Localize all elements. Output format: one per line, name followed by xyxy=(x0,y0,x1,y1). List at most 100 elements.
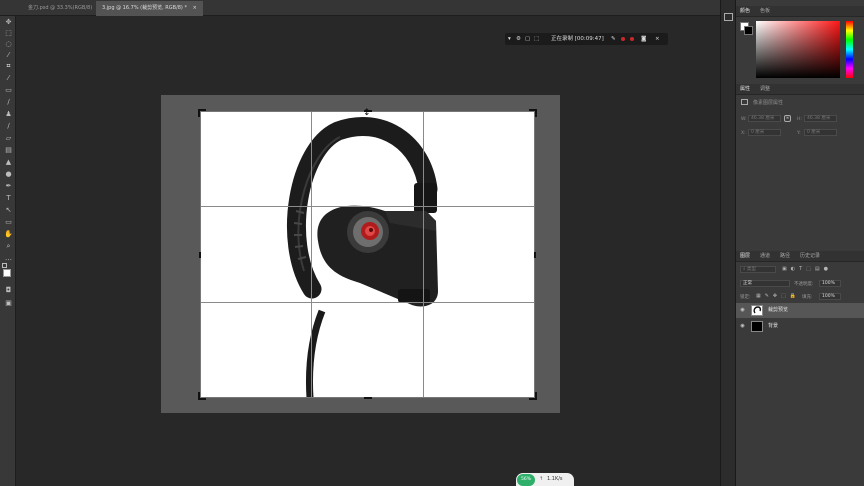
record-dot-icon[interactable] xyxy=(621,37,625,41)
blur-tool-icon[interactable]: ▲ xyxy=(4,158,13,167)
frame-icon[interactable]: ⬚ xyxy=(534,33,539,45)
tab-document-2[interactable]: 3.jpg @ 16.7% (裁剪预览, RGB/8) * × xyxy=(96,1,203,16)
crop-handle-top-left[interactable] xyxy=(198,109,206,117)
height-field[interactable]: 46.38 厘米 xyxy=(804,115,837,122)
tab-label: 金刀.psd @ 33.3%(RGB/8) xyxy=(28,5,93,11)
window-icon[interactable]: ▢ xyxy=(525,33,530,45)
search-icon: ⌕ xyxy=(743,267,746,272)
collapsed-panel-strip xyxy=(720,0,736,486)
brush-tool-icon[interactable]: ∕ xyxy=(4,98,13,107)
gradient-tool-icon[interactable]: ▤ xyxy=(4,146,13,155)
upload-arrow-icon: ↑ xyxy=(539,476,544,482)
history-icon[interactable] xyxy=(724,13,733,21)
color-panel-header: 颜色 色板 xyxy=(736,6,864,17)
layer-filter-select[interactable]: ⌕ 类型 xyxy=(740,266,776,273)
crop-handle-left[interactable] xyxy=(199,252,201,258)
foreground-color-swatch[interactable] xyxy=(3,269,11,277)
eye-icon[interactable]: ◉ xyxy=(739,323,746,329)
percent-badge: 56% xyxy=(517,474,535,486)
pen-tool-icon[interactable]: ✒ xyxy=(4,182,13,191)
zoom-tool-icon[interactable]: ⌕ xyxy=(4,242,13,251)
close-icon[interactable]: × xyxy=(655,33,660,45)
eyedropper-tool-icon[interactable]: ⁄ xyxy=(4,74,13,83)
crop-handle-bottom-left[interactable] xyxy=(198,392,206,400)
dodge-tool-icon[interactable]: ● xyxy=(4,170,13,179)
layer-name: 裁剪预览 xyxy=(768,307,789,313)
magic-wand-tool-icon[interactable]: ⁄ xyxy=(4,51,13,60)
y-label: Y: xyxy=(797,131,801,136)
hue-slider[interactable] xyxy=(846,21,853,78)
default-colors-icon[interactable] xyxy=(2,263,7,268)
properties-subtitle: 像素图层属性 xyxy=(753,100,784,106)
layer-row-crop-preview[interactable]: ◉ 裁剪预览 xyxy=(736,303,864,318)
lock-label: 锁定: xyxy=(740,295,751,300)
layer-name: 背景 xyxy=(768,323,779,329)
pen-icon[interactable]: ✎ xyxy=(611,33,616,45)
crop-box[interactable] xyxy=(200,111,535,398)
filter-icons: ▣◐T⬚▤● xyxy=(782,266,832,272)
tab-label: 3.jpg @ 16.7% (裁剪预览, RGB/8) * xyxy=(102,5,187,11)
crop-handle-bottom-right[interactable] xyxy=(529,392,537,400)
tab-layers[interactable]: 图层 xyxy=(740,251,750,262)
w-label: W: xyxy=(741,117,747,122)
h-label: H: xyxy=(797,117,802,122)
crop-tool-icon[interactable]: ⌗ xyxy=(4,62,13,71)
settings-icon[interactable]: ⚙ xyxy=(516,33,521,45)
opacity-field[interactable]: 100% xyxy=(819,280,841,287)
tab-swatches[interactable]: 色板 xyxy=(760,6,770,17)
screen-mode-icon[interactable]: ▣ xyxy=(4,299,13,308)
cursor-icon: ↕ xyxy=(363,108,371,118)
camera-icon[interactable]: ◙ xyxy=(641,33,646,45)
history-brush-tool-icon[interactable]: ∕ xyxy=(4,122,13,131)
screen-recording-toolbar: ▾ ⚙ ▢ ⬚ 正在录制 [00:09:47] ✎ ◙ × xyxy=(505,33,668,45)
color-picker-field[interactable] xyxy=(756,21,840,78)
crop-handle-right[interactable] xyxy=(534,252,536,258)
properties-panel-header: 属性 调整 xyxy=(736,84,864,95)
marquee-tool-icon[interactable]: ⬚ xyxy=(4,29,13,38)
layer-thumbnail xyxy=(751,321,763,332)
quick-mask-icon[interactable]: ◘ xyxy=(4,286,13,295)
recording-status: 正在录制 [00:09:47] xyxy=(551,36,604,42)
tab-history[interactable]: 历史记录 xyxy=(800,251,820,262)
background-color-swatch[interactable] xyxy=(744,26,753,35)
hand-tool-icon[interactable]: ✋ xyxy=(4,230,13,239)
layers-panel-header: 图层 通道 路径 历史记录 xyxy=(736,251,864,262)
tab-adjustments[interactable]: 调整 xyxy=(760,84,770,95)
tab-properties[interactable]: 属性 xyxy=(740,84,750,95)
filter-label: 类型 xyxy=(746,267,756,272)
clone-stamp-tool-icon[interactable]: ♟ xyxy=(4,110,13,119)
fill-field[interactable]: 100% xyxy=(819,293,841,300)
blend-mode-select[interactable]: 正常 xyxy=(740,280,790,287)
dropdown-icon[interactable]: ▾ xyxy=(508,33,511,45)
width-field[interactable]: 46.38 厘米 xyxy=(748,115,781,122)
close-icon[interactable]: × xyxy=(193,5,197,11)
opacity-label: 不透明度: xyxy=(794,282,814,287)
x-label: X: xyxy=(741,131,746,136)
lock-icons: ▦✎✥⬚🔒 xyxy=(756,293,801,299)
link-icon[interactable]: ∞ xyxy=(784,115,791,122)
lasso-tool-icon[interactable]: ◌ xyxy=(4,40,13,49)
document-tab-bar: 金刀.psd @ 33.3%(RGB/8) × 3.jpg @ 16.7% (裁… xyxy=(0,0,720,16)
crop-handle-top-right[interactable] xyxy=(529,109,537,117)
tab-channels[interactable]: 通道 xyxy=(760,251,770,262)
fill-label: 填充: xyxy=(802,295,813,300)
x-field[interactable]: 0 厘米 xyxy=(748,129,781,136)
healing-brush-tool-icon[interactable]: ▭ xyxy=(4,86,13,95)
crop-handle-bottom[interactable] xyxy=(364,397,372,399)
move-tool-icon[interactable]: ✥ xyxy=(4,18,13,27)
tools-panel: ✥ ⬚ ◌ ⁄ ⌗ ⁄ ▭ ∕ ♟ ∕ ▱ ▤ ▲ ● ✒ T ↖ ▭ ✋ ⌕ … xyxy=(0,16,16,486)
tab-color[interactable]: 颜色 xyxy=(740,6,750,17)
tab-paths[interactable]: 路径 xyxy=(780,251,790,262)
y-field[interactable]: 0 厘米 xyxy=(804,129,837,136)
right-panels: 颜色 色板 属性 调整 像素图层属性 W: 46.38 厘米 ∞ H: 46.3… xyxy=(736,0,864,486)
eye-icon[interactable]: ◉ xyxy=(739,307,746,313)
record-dot-icon[interactable] xyxy=(630,37,634,41)
eraser-tool-icon[interactable]: ▱ xyxy=(4,134,13,143)
type-tool-icon[interactable]: T xyxy=(4,194,13,203)
rectangle-tool-icon[interactable]: ▭ xyxy=(4,218,13,227)
network-speed-widget[interactable]: 56% ↑ 1.1K/s xyxy=(516,473,574,486)
more-tools-icon[interactable]: … xyxy=(4,254,13,263)
network-speed: 1.1K/s xyxy=(547,476,563,482)
path-selection-tool-icon[interactable]: ↖ xyxy=(4,206,13,215)
layer-row-background[interactable]: ◉ 背景 xyxy=(736,319,864,334)
